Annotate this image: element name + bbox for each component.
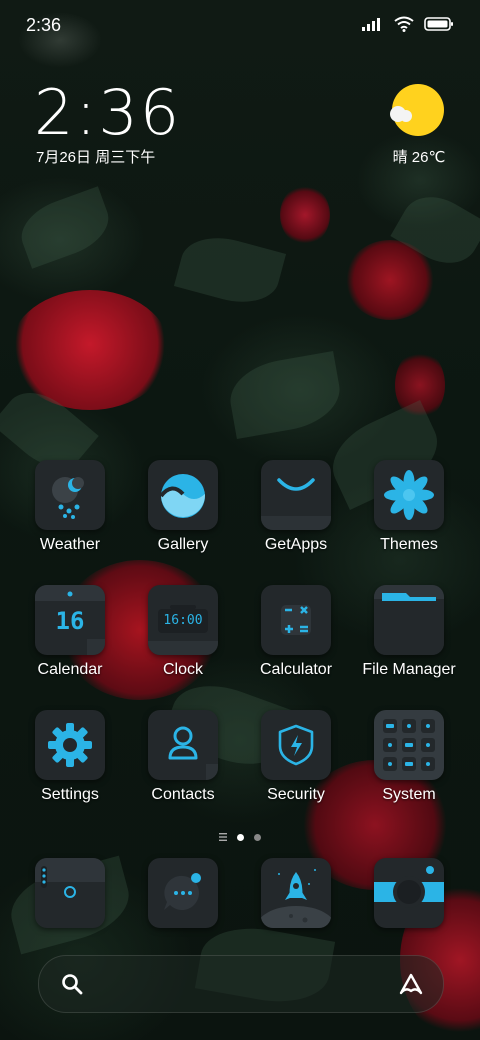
dock-phone[interactable]	[20, 858, 120, 928]
clock-display: 16:00	[163, 613, 203, 628]
gear-icon	[35, 710, 105, 780]
app-label: Settings	[41, 786, 99, 803]
dock-camera[interactable]	[359, 858, 459, 928]
leaf-decoration	[13, 186, 117, 269]
weather-widget[interactable]: 晴 26℃	[384, 84, 454, 167]
camera-icon	[374, 858, 444, 928]
app-label: System	[382, 786, 436, 803]
app-weather[interactable]: Weather	[20, 460, 120, 554]
app-label: Gallery	[157, 536, 209, 553]
leaf-decoration	[224, 350, 346, 440]
shield-icon	[261, 710, 331, 780]
wifi-icon	[394, 16, 414, 32]
status-time: 2:36	[26, 15, 62, 35]
gallery-icon	[148, 460, 218, 530]
app-themes[interactable]: Themes	[359, 460, 459, 554]
phone-icon	[35, 858, 105, 928]
leaf-decoration	[173, 228, 287, 312]
folder-icon	[374, 585, 444, 655]
app-label: Calculator	[259, 661, 333, 678]
app-security[interactable]: Security	[246, 710, 346, 804]
page-dot	[254, 833, 261, 841]
search-bar[interactable]	[38, 955, 444, 1013]
search-icon[interactable]	[61, 973, 83, 995]
sun-cloud-icon	[390, 84, 444, 136]
app-label: Contacts	[151, 786, 215, 803]
app-calculator[interactable]: Calculator	[246, 585, 346, 679]
app-gallery[interactable]: Gallery	[133, 460, 233, 554]
app-calendar[interactable]: 16 Calendar	[20, 585, 120, 679]
getapps-icon	[261, 460, 331, 530]
clock-widget-date[interactable]: 7月26日 周三下午	[36, 146, 155, 167]
app-label: Security	[267, 786, 325, 803]
messages-icon	[148, 858, 218, 928]
app-system[interactable]: System	[359, 710, 459, 804]
app-contacts[interactable]: Contacts	[133, 710, 233, 804]
app-settings[interactable]: Settings	[20, 710, 120, 804]
app-label: Weather	[39, 536, 101, 553]
rose-decoration	[280, 185, 330, 245]
dock-messages[interactable]	[133, 858, 233, 928]
page-dot-active	[237, 833, 244, 841]
folder-grid-icon	[374, 710, 444, 780]
dock-browser[interactable]	[246, 858, 346, 928]
person-icon	[148, 710, 218, 780]
signal-icon	[362, 18, 380, 31]
assistant-icon[interactable]	[397, 971, 425, 997]
app-label: Calendar	[37, 661, 103, 678]
calendar-date: 16	[55, 607, 85, 635]
app-label: GetApps	[264, 536, 328, 553]
themes-icon	[374, 460, 444, 530]
app-label: Themes	[380, 536, 438, 553]
battery-icon	[424, 17, 453, 31]
app-file-manager[interactable]: File Manager	[359, 585, 459, 679]
app-label: Clock	[162, 661, 203, 678]
app-clock[interactable]: 16:00 Clock	[133, 585, 233, 679]
calculator-icon	[261, 585, 331, 655]
app-getapps[interactable]: GetApps	[246, 460, 346, 554]
browser-rocket-icon	[261, 858, 331, 928]
weather-icon	[35, 460, 105, 530]
page-indicator[interactable]	[0, 828, 480, 846]
clock-widget-time[interactable]: 2:36	[34, 76, 181, 149]
clock-icon: 16:00	[148, 585, 218, 655]
menu-lines-icon	[219, 828, 227, 846]
calendar-icon: 16	[35, 585, 105, 655]
status-bar: 2:36	[0, 0, 480, 50]
weather-text: 晴 26℃	[392, 149, 446, 166]
app-label: File Manager	[362, 661, 456, 678]
